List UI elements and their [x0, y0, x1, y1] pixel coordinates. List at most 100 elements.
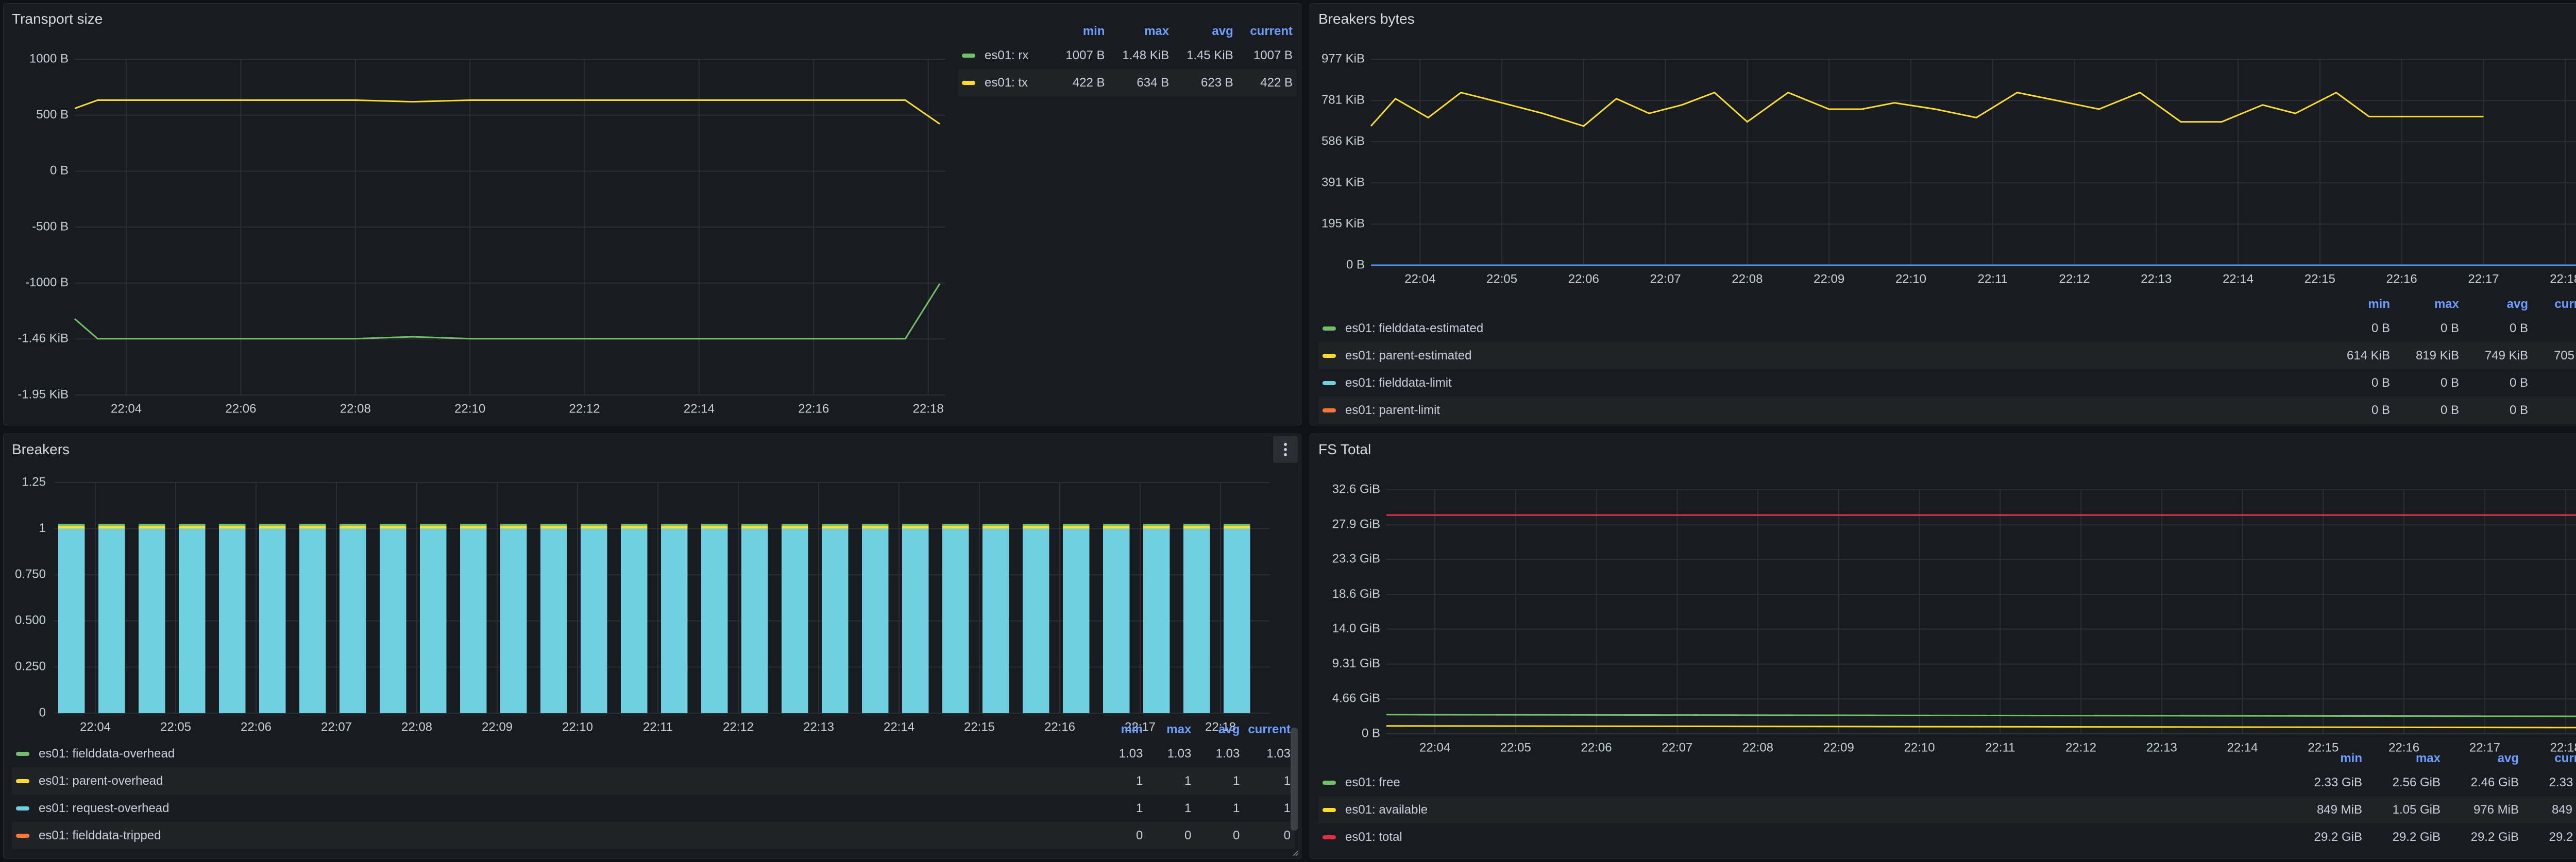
bar-fielddata-overhead — [661, 524, 688, 526]
legend-header-series — [12, 722, 1098, 740]
y-tick-label: -1.46 KiB — [18, 332, 69, 346]
legend-series-name[interactable]: es01: parent-estimated — [1318, 342, 2325, 369]
legend-value-avg: 623 B — [1173, 69, 1238, 96]
legend-header-max[interactable]: max — [2366, 751, 2445, 769]
bar-request-overhead — [58, 528, 85, 713]
bar-fielddata-overhead — [380, 524, 406, 526]
legend-series-name[interactable]: es01: fielddata-limit — [1318, 369, 2325, 396]
legend-series-name[interactable]: es01: total — [1318, 823, 2288, 851]
series-label: es01: request-overhead — [39, 801, 170, 815]
bar-fielddata-overhead — [340, 524, 366, 526]
legend-header-current[interactable]: current — [2532, 297, 2576, 315]
legend-row[interactable]: es01: request-overhead 1 1 1 1 — [12, 795, 1295, 822]
legend-scrollbar[interactable] — [1291, 728, 1298, 831]
panel-menu-button[interactable] — [1273, 436, 1298, 463]
bar-parent-overhead — [219, 526, 246, 529]
legend-row[interactable]: es01: tx 422 B 634 B 623 B 422 B — [958, 69, 1297, 96]
series-label: es01: fielddata-overhead — [39, 746, 175, 761]
series-label: es01: parent-overhead — [39, 773, 163, 788]
legend-value-max: 29.2 GiB — [2392, 830, 2441, 844]
legend-row[interactable]: es01: rx 1007 B 1.48 KiB 1.45 KiB 1007 B — [958, 42, 1297, 69]
legend-row[interactable]: es01: total 29.2 GiB 29.2 GiB 29.2 GiB 29.2 … — [1318, 823, 2576, 851]
series-label: es01: fielddata-tripped — [39, 828, 161, 842]
legend-series-name[interactable]: es01: parent-overhead — [12, 767, 1099, 795]
x-tick-label: 22:08 — [340, 402, 371, 416]
series-label: es01: parent-limit — [1345, 403, 1440, 417]
legend-header-avg[interactable]: avg — [2445, 751, 2523, 769]
legend-series-name[interactable]: es01: parent-limit — [1318, 396, 2325, 424]
legend-row[interactable]: es01: parent-overhead 1 1 1 1 — [12, 767, 1295, 795]
panel-breakers: Breakers 1.25 1 0.750 0.500 0.250 0 22:04 22:05… — [3, 434, 1301, 859]
series-color-swatch[interactable] — [16, 834, 29, 838]
series-color-swatch[interactable] — [962, 81, 975, 85]
legend-row[interactable]: es01: parent-limit0 B0 B0 B0 B — [1318, 396, 2576, 424]
legend-value-min: 29.2 GiB — [2314, 830, 2362, 844]
y-tick-label: 0 — [39, 705, 46, 719]
series-color-swatch[interactable] — [16, 752, 29, 756]
legend-value-current: 0 B — [2532, 315, 2576, 342]
bar-parent-overhead — [1063, 526, 1090, 529]
legend-header-min[interactable]: min — [1054, 24, 1109, 42]
legend-row[interactable]: es01: fielddata-overhead 1.03 1.03 1.03 1.03 — [12, 740, 1295, 767]
legend-header-max[interactable]: max — [1147, 722, 1195, 740]
legend-header-current[interactable]: current — [1238, 24, 1297, 42]
legend-series-name[interactable]: es01: fielddata-estimated — [1318, 315, 2325, 342]
transport-size-chart[interactable]: 1000 B 500 B 0 B -500 B -1000 B -1.46 KiB -1.9… — [8, 35, 961, 426]
x-tick-label: 22:18 — [913, 402, 944, 416]
legend-series-name[interactable]: es01: rx — [958, 42, 1054, 69]
legend-value-avg: 2.46 GiB — [2470, 775, 2519, 789]
bar-request-overhead — [500, 528, 527, 713]
bar-parent-overhead — [581, 526, 607, 529]
series-color-swatch[interactable] — [962, 54, 975, 58]
series-color-swatch[interactable] — [1323, 408, 1336, 413]
legend-row[interactable]: es01: fielddata-estimated 0 B 0 B 0 B 0 B — [1318, 315, 2576, 342]
legend-value-max: 0 B — [2440, 375, 2459, 390]
bar-fielddata-overhead — [782, 524, 808, 526]
legend-row[interactable]: es01: parent-estimated 614 KiB 819 KiB 749 … — [1318, 342, 2576, 369]
legend-row[interactable]: es01: available 849 MiB 1.05 GiB 976 MiB 849… — [1318, 796, 2576, 823]
legend-header-max[interactable]: max — [1109, 24, 1174, 42]
legend-row[interactable]: es01: fielddata-tripped 0 0 0 0 — [12, 822, 1295, 849]
y-tick-label: 586 KiB — [1321, 134, 1365, 148]
legend-header-current[interactable]: current — [2523, 751, 2576, 769]
legend-row[interactable]: es01: free 2.33 GiB 2.56 GiB 2.46 GiB 2.33 G… — [1318, 769, 2576, 796]
y-tick-label: 32.6 GiB — [1332, 482, 1380, 496]
legend-series-name[interactable]: es01: fielddata-overhead — [12, 740, 1098, 767]
series-color-swatch[interactable] — [16, 779, 29, 784]
breakers-chart[interactable]: 1.2510.7500.5000.250022:04 22:05 22:06 22:0… — [8, 465, 1285, 743]
legend-table: min max avg current es01: fielddata-overhead… — [12, 722, 1295, 849]
fs-total-chart[interactable]: 32.6 GiB 27.9 GiB 23.3 GiB 18.6 GiB 14.0 GiB… — [1314, 465, 2576, 769]
series-color-swatch[interactable] — [1323, 354, 1336, 358]
bar-fielddata-overhead — [1023, 524, 1049, 526]
series-color-swatch[interactable] — [1323, 808, 1336, 813]
series-color-swatch[interactable] — [1323, 326, 1336, 331]
series-color-swatch[interactable] — [16, 806, 29, 811]
legend-row[interactable]: es01: fielddata-limit 0 B 0 B 0 B 0 B — [1318, 369, 2576, 396]
legend-header-current[interactable]: current — [1244, 722, 1295, 740]
legend-header-max[interactable]: max — [2394, 297, 2463, 315]
legend-breakers: min max avg current es01: fielddata-overhead… — [12, 722, 1295, 849]
resize-handle-icon[interactable] — [1291, 848, 1299, 856]
series-color-swatch[interactable] — [1323, 835, 1336, 840]
legend-series-name[interactable]: es01: available — [1318, 796, 2288, 823]
legend-value-max: 1 — [1147, 767, 1196, 795]
x-tick-label: 22:16 — [798, 402, 829, 416]
legend-header-avg[interactable]: avg — [1173, 24, 1238, 42]
legend-value-min: 2.33 GiB — [2314, 775, 2362, 789]
legend-header-avg[interactable]: avg — [2463, 297, 2532, 315]
legend-header-avg[interactable]: avg — [1195, 722, 1244, 740]
legend-series-name[interactable]: es01: request-overhead — [12, 795, 1098, 822]
y-tick-label: 0 B — [1362, 726, 1380, 740]
breakers-bytes-chart[interactable]: 977 KiB 781 KiB 586 KiB 391 KiB 195 KiB 0 B 22… — [1314, 35, 2576, 297]
legend-series-name[interactable]: es01: fielddata-tripped — [12, 822, 1099, 849]
series-color-swatch[interactable] — [1323, 781, 1336, 785]
legend-header-min[interactable]: min — [2325, 297, 2394, 315]
legend-header-min[interactable]: min — [1098, 722, 1147, 740]
bar-request-overhead — [219, 528, 246, 713]
legend-series-name[interactable]: es01: free — [1318, 769, 2288, 796]
legend-header-min[interactable]: min — [2288, 751, 2366, 769]
series-color-swatch[interactable] — [1323, 381, 1336, 386]
series-label: es01: parent-estimated — [1345, 348, 1472, 363]
legend-series-name[interactable]: es01: tx — [958, 69, 1054, 96]
legend-value-avg: 0 B — [2509, 375, 2528, 390]
